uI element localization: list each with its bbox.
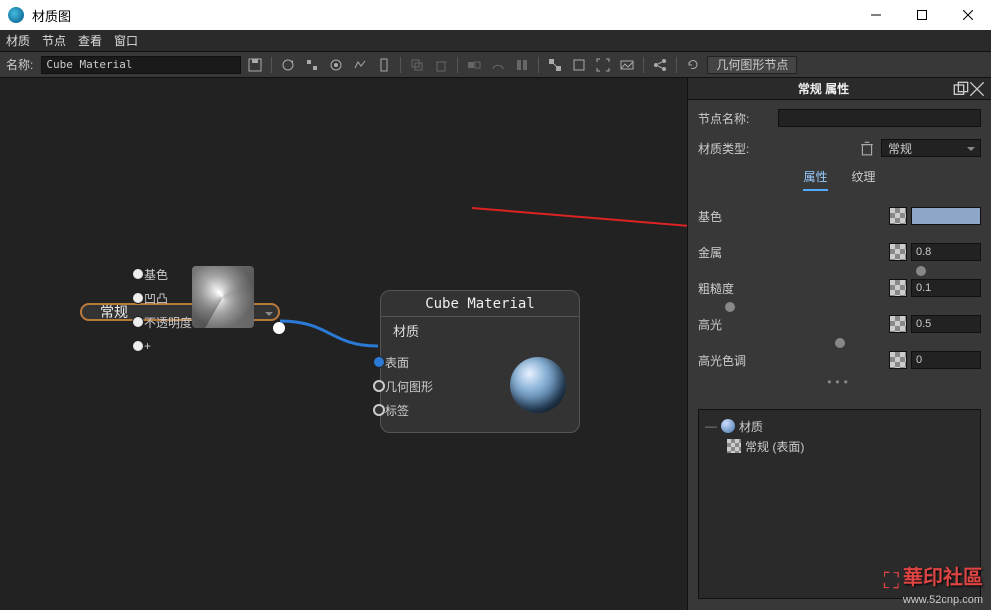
panel-close-icon[interactable]	[969, 81, 985, 97]
titlebar: 材质图	[0, 0, 991, 30]
close-button[interactable]	[945, 0, 991, 30]
node-generic-preview	[192, 266, 254, 328]
sphere-icon	[721, 419, 735, 433]
node-generic-output[interactable]	[272, 321, 286, 335]
node-material-title: 材质	[381, 317, 579, 344]
geometry-node-button[interactable]: 几何图形节点	[707, 56, 797, 74]
tree-child[interactable]: 常规 (表面)	[705, 436, 974, 456]
menu-window[interactable]: 窗口	[114, 32, 138, 49]
tool-icon-7[interactable]	[488, 56, 508, 74]
prop-spec-input[interactable]	[911, 315, 981, 333]
node-name-label: 节点名称:	[698, 110, 778, 127]
tool-icon-11[interactable]	[617, 56, 637, 74]
node-wire	[0, 78, 687, 608]
material-type-select[interactable]: 常规	[881, 139, 981, 157]
prop-rough-slider[interactable]	[725, 302, 735, 312]
prop-spec-label: 高光	[698, 316, 768, 333]
node-material[interactable]: Cube Material 材质 表面 几何图形 标签	[380, 290, 580, 433]
prop-spectint-input[interactable]	[911, 351, 981, 369]
tool-icon-9[interactable]	[545, 56, 565, 74]
prop-base-color[interactable]	[911, 207, 981, 225]
tool-icon-4[interactable]	[350, 56, 370, 74]
prop-metal-input[interactable]	[911, 243, 981, 261]
node-name-input[interactable]	[778, 109, 981, 127]
prop-metal-texture[interactable]	[889, 243, 907, 261]
tool-icon-6[interactable]	[464, 56, 484, 74]
menubar: 材质 节点 查看 窗口	[0, 30, 991, 52]
tool-icon-8[interactable]	[512, 56, 532, 74]
node-canvas[interactable]: 常规 基色 凹凸 不透明度 + Cube Material 材质 表面 几何图形	[0, 78, 687, 610]
tab-attributes[interactable]: 属性	[803, 168, 827, 191]
port-bump[interactable]: 凹凸	[140, 286, 192, 310]
tree-root[interactable]: — 材质	[705, 416, 974, 436]
checker-icon	[727, 439, 741, 453]
prop-spec-texture[interactable]	[889, 315, 907, 333]
name-input[interactable]	[41, 56, 241, 74]
save-icon[interactable]	[245, 56, 265, 74]
prop-rough-input[interactable]	[911, 279, 981, 297]
prop-rough-texture[interactable]	[889, 279, 907, 297]
trash-icon[interactable]	[859, 140, 875, 156]
tool-icon-2[interactable]	[302, 56, 322, 74]
more-indicator[interactable]: •••	[698, 375, 981, 389]
tool-icon-10[interactable]	[569, 56, 589, 74]
menu-view[interactable]: 查看	[78, 32, 102, 49]
material-type-label: 材质类型:	[698, 140, 778, 157]
minimize-button[interactable]	[853, 0, 899, 30]
port-label[interactable]: 标签	[381, 398, 507, 422]
maximize-button[interactable]	[899, 0, 945, 30]
node-material-preview	[507, 354, 569, 416]
panel-title: 常规 属性	[694, 80, 953, 97]
tab-textures[interactable]: 纹理	[852, 168, 876, 191]
window-title: 材质图	[32, 6, 853, 25]
copy-icon[interactable]	[407, 56, 427, 74]
delete-icon[interactable]	[431, 56, 451, 74]
prop-base-texture[interactable]	[889, 207, 907, 225]
port-geometry[interactable]: 几何图形	[381, 374, 507, 398]
window-buttons	[853, 0, 991, 30]
prop-metal-slider[interactable]	[916, 266, 926, 276]
port-surface[interactable]: 表面	[381, 350, 507, 374]
watermark: ⛶華印社區 www.52cnp.com	[884, 561, 983, 606]
port-add[interactable]: +	[140, 334, 192, 358]
fullscreen-icon[interactable]	[593, 56, 613, 74]
refresh-icon[interactable]	[278, 56, 298, 74]
menu-material[interactable]: 材质	[6, 32, 30, 49]
prop-spectint-label: 高光色调	[698, 352, 768, 369]
port-base-color[interactable]: 基色	[140, 262, 192, 286]
panel-popout-icon[interactable]	[953, 81, 969, 97]
share-icon[interactable]	[650, 56, 670, 74]
refresh-icon-2[interactable]	[683, 56, 703, 74]
port-opacity[interactable]: 不透明度	[140, 310, 192, 334]
tool-icon-3[interactable]	[326, 56, 346, 74]
name-label: 名称:	[6, 56, 33, 73]
tool-icon-5[interactable]	[374, 56, 394, 74]
node-material-header: Cube Material	[381, 291, 579, 317]
prop-metal-label: 金属	[698, 244, 768, 261]
prop-spectint-texture[interactable]	[889, 351, 907, 369]
app-icon	[8, 7, 24, 23]
prop-rough-label: 粗糙度	[698, 280, 768, 297]
toolbar: 名称: 几何图形节点	[0, 52, 991, 78]
node-generic[interactable]: 常规 基色 凹凸 不透明度 +	[80, 303, 280, 321]
annotation-arrow	[0, 78, 687, 608]
menu-node[interactable]: 节点	[42, 32, 66, 49]
prop-spec-slider[interactable]	[835, 338, 845, 348]
properties-panel: 常规 属性 节点名称: 材质类型: 常规 属性 纹理 基色	[687, 78, 991, 610]
prop-base-label: 基色	[698, 208, 768, 225]
